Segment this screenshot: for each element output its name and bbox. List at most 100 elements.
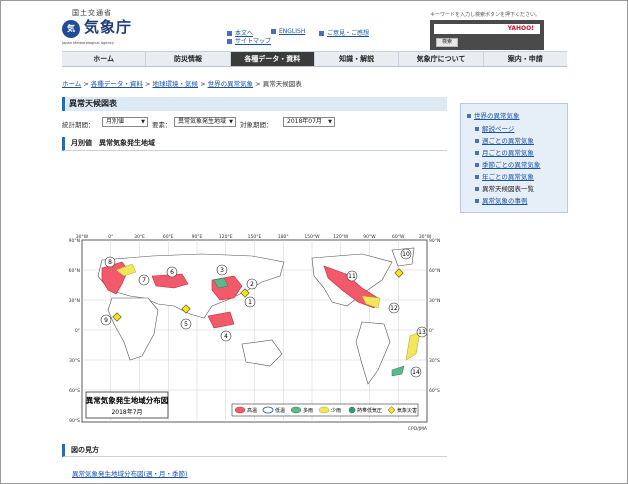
element-select[interactable]: 異常気象発生地域 ▼ (174, 117, 236, 127)
legend-cyclone-label: 熱帯低気圧 (357, 407, 382, 414)
svg-text:4: 4 (224, 333, 228, 340)
breadcrumb-home[interactable]: ホーム (62, 80, 81, 88)
legend-heat-swatch (234, 406, 246, 414)
marker-8[interactable]: 8 (104, 256, 116, 268)
legend-wet-swatch (290, 406, 302, 414)
chevron-down-icon: ▼ (141, 119, 145, 125)
svg-text:9: 9 (104, 317, 108, 324)
element-label: 要素： (152, 121, 172, 129)
jma-logo[interactable]: 国土交通省 気 気象庁 Japan Meteorological Agency (62, 6, 172, 46)
lon-label: 90°W (363, 234, 376, 240)
lat-label: 90°N (429, 238, 440, 244)
legend-dry-label: 少雨 (331, 408, 341, 414)
svg-text:7: 7 (142, 277, 146, 284)
lon-label: 0° (108, 234, 113, 240)
bullet-icon (475, 187, 479, 191)
lat-label: 60°S (429, 388, 440, 394)
map-title-box: 異常気象発生地域分布図 2018年7月 (85, 391, 169, 419)
svg-text:10: 10 (402, 251, 410, 258)
marker-11[interactable]: 11 (346, 270, 358, 282)
sidebar: 世界の異常気象 解説ページ 週ごとの異常気象 月ごとの異常気象 季節ごとの異常気… (460, 103, 568, 213)
logo-subtitle: Japan Meteorological Agency (62, 41, 115, 45)
sidebar-item-annual[interactable]: 年ごとの異常気象 (475, 171, 534, 181)
lon-label: 30°E (134, 234, 145, 240)
breadcrumb-separator: > (142, 80, 153, 88)
breadcrumb-data[interactable]: 各種データ・資料 (91, 80, 143, 88)
marker-12[interactable]: 12 (388, 302, 400, 314)
breadcrumb-separator: > (253, 80, 263, 88)
legend-disaster-label: 気象災害 (397, 407, 417, 414)
marker-5[interactable]: 5 (180, 318, 192, 330)
nav-knowledge[interactable]: 知識・解説 (315, 52, 400, 66)
howto-heading: 図の見方 (62, 444, 447, 457)
lat-labels-right: 90°N 60°N 30°N 0° 30°S 60°S (429, 238, 440, 394)
section-heading: 月別値 異常気象発生地域 (62, 137, 447, 151)
sidebar-item-weekly[interactable]: 週ごとの異常気象 (475, 135, 534, 145)
breadcrumb-climate[interactable]: 地球環境・気候 (153, 80, 199, 88)
search-button[interactable]: 検索 (436, 38, 458, 47)
jma-emblem-icon: 気 (62, 20, 80, 38)
lat-label: 90°N (69, 238, 80, 244)
legend-dry-swatch (318, 406, 330, 414)
marker-9[interactable]: 9 (100, 314, 112, 326)
marker-7[interactable]: 7 (138, 274, 150, 286)
sidebar-item-explanation[interactable]: 解説ページ (475, 123, 514, 133)
lon-label: 90°E (192, 234, 203, 240)
svg-text:5: 5 (184, 321, 188, 328)
nav-disaster-info[interactable]: 防災情報 (146, 52, 231, 66)
world-map-svg: 1 2 3 4 5 6 7 8 9 10 11 12 13 14 30°W 0°… (69, 234, 441, 432)
marker-13[interactable]: 13 (416, 326, 428, 338)
bullet-icon (475, 127, 479, 131)
marker-10[interactable]: 10 (400, 248, 412, 260)
lat-label: 60°N (429, 268, 440, 274)
stat-period-select[interactable]: 月別値 ▼ (102, 117, 148, 127)
howto-link[interactable]: 異常気象発生地域分布図(週・月・季節) (72, 468, 188, 478)
link-sitemap[interactable]: サイトマップ (227, 36, 271, 45)
sidebar-item-monthly[interactable]: 月ごとの異常気象 (475, 147, 534, 157)
sidebar-item-cases[interactable]: 異常気象の事例 (475, 195, 528, 205)
breadcrumb: ホーム > 各種データ・資料 > 地球環境・気候 > 世界の異常気象 > 異常天… (62, 78, 462, 88)
extreme-weather-map: 1 2 3 4 5 6 7 8 9 10 11 12 13 14 30°W 0°… (62, 232, 447, 432)
lon-label: 120°W (333, 234, 349, 240)
lon-label: 60°E (163, 234, 174, 240)
marker-2[interactable]: 2 (246, 278, 258, 290)
nav-data[interactable]: 各種データ・資料 (230, 52, 315, 66)
bullet-icon (475, 151, 479, 155)
search-label: キーワードを入力し検索ボタンを押下ください。 (430, 12, 541, 18)
marker-6[interactable]: 6 (166, 266, 178, 278)
bullet-icon (227, 39, 232, 44)
search-input[interactable]: YAHOO! (434, 24, 540, 34)
breadcrumb-world-extremes[interactable]: 世界の異常気象 (208, 80, 254, 88)
chevron-down-icon: ▼ (229, 119, 233, 125)
target-period-select[interactable]: 2018年07月 ▼ (283, 117, 335, 127)
site-search: キーワードを入力し検索ボタンを押下ください。 YAHOO! 検索 (430, 11, 564, 51)
nav-about[interactable]: 気象庁について (399, 52, 484, 66)
search-panel: YAHOO! 検索 (430, 20, 544, 50)
map-credit: CPD/JMA (408, 426, 428, 432)
sidebar-world-extremes[interactable]: 世界の異常気象 (467, 110, 520, 120)
svg-text:14: 14 (412, 369, 420, 376)
marker-1[interactable]: 1 (244, 296, 256, 308)
sidebar-item-chart-list[interactable]: 異常天候図表一覧 (475, 183, 534, 193)
svg-text:6: 6 (170, 269, 174, 276)
lat-label: 0° (75, 328, 80, 334)
svg-text:3: 3 (220, 267, 224, 274)
site-header: 国土交通省 気 気象庁 Japan Meteorological Agency … (62, 6, 564, 50)
utility-links: 本文へ ENGLISH ご意見・ご感想 サイトマップ (227, 28, 397, 52)
svg-text:8: 8 (108, 259, 112, 266)
nav-home[interactable]: ホーム (62, 52, 147, 66)
lat-label: 90°S (69, 418, 80, 424)
breadcrumb-current: 異常天候図表 (262, 80, 302, 88)
link-english[interactable]: ENGLISH (271, 28, 305, 35)
sidebar-item-seasonal[interactable]: 季節ごとの異常気象 (475, 159, 540, 169)
marker-14[interactable]: 14 (410, 366, 422, 378)
bullet-icon (475, 163, 479, 167)
bullet-icon (475, 139, 479, 143)
marker-4[interactable]: 4 (220, 330, 232, 342)
link-feedback[interactable]: ご意見・ご感想 (319, 28, 369, 37)
marker-3[interactable]: 3 (216, 264, 228, 276)
nav-guide[interactable]: 案内・申請 (484, 52, 567, 66)
filter-controls: 統計期間： 月別値 ▼ 要素： 異常気象発生地域 ▼ 対象期間： 2018年07月 ▼ (62, 117, 447, 129)
legend-cold-label: 低温 (275, 407, 285, 414)
lon-labels: 30°W 0° 30°E 60°E 90°E 120°E 150°E 180° … (76, 234, 432, 240)
